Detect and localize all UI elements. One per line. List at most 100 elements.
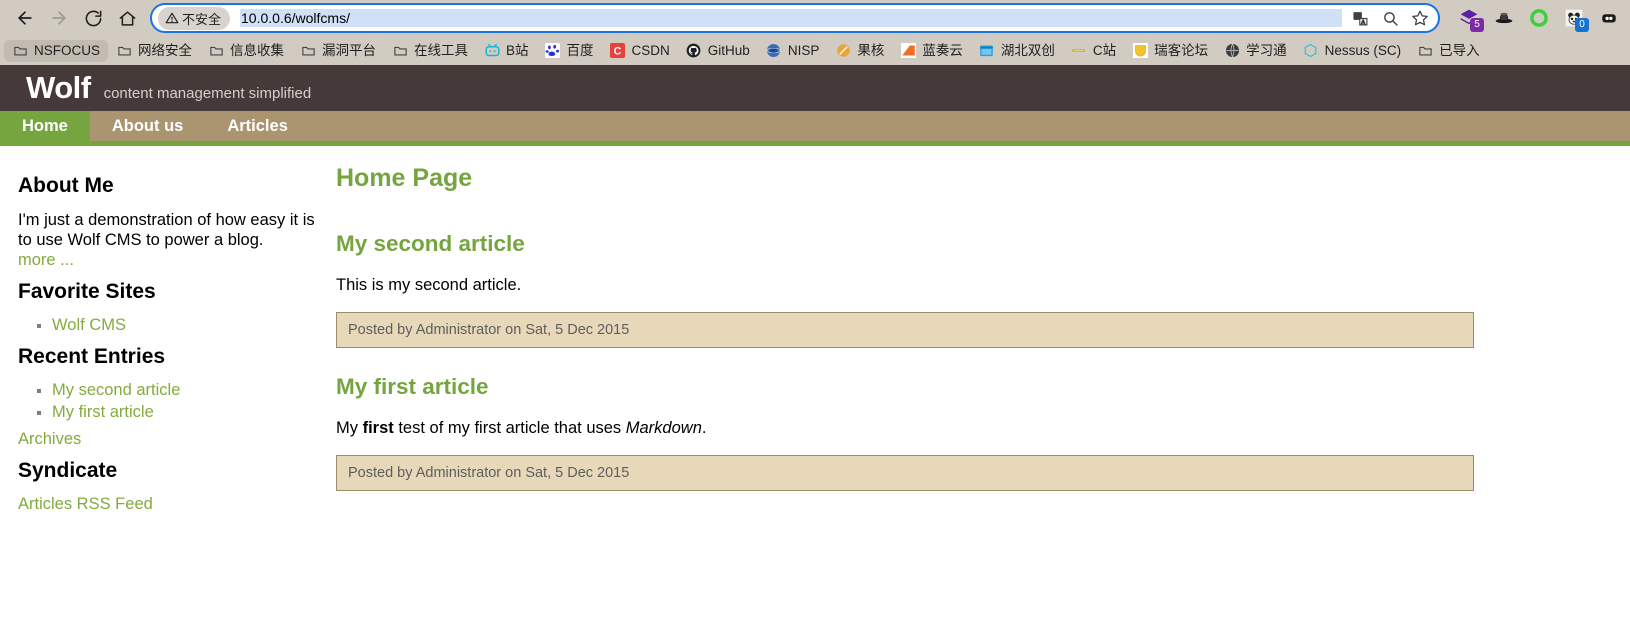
bookmark-label: 学习通 <box>1246 42 1287 58</box>
lanzou-icon <box>900 43 916 59</box>
recent-entry-link[interactable]: My first article <box>52 403 154 421</box>
bookmark-label: NSFOCUS <box>34 42 101 58</box>
nav-item-articles[interactable]: Articles <box>205 111 310 141</box>
sidebar-section-recent: Recent Entries My second article My firs… <box>18 345 316 449</box>
list-item: My first article <box>52 403 316 422</box>
site-tagline: content management simplified <box>103 85 312 102</box>
security-status-badge[interactable]: 不安全 <box>158 6 231 30</box>
bookmark-item[interactable]: 瑞客论坛 <box>1124 40 1216 62</box>
sidebar-heading-about: About Me <box>18 174 114 197</box>
warning-triangle-icon <box>165 12 179 24</box>
ruike-icon <box>1132 43 1148 59</box>
body-italic: Markdown <box>625 419 702 437</box>
site-header: Wolf content management simplified <box>0 65 1630 111</box>
bookmark-label: NISP <box>787 42 820 58</box>
reload-button[interactable] <box>76 3 110 33</box>
bookmark-label: GitHub <box>707 42 750 58</box>
bookmark-label: 信息收集 <box>230 42 285 58</box>
forward-button[interactable] <box>42 3 76 33</box>
article-body: This is my second article. <box>336 276 522 294</box>
nav-item-about-us[interactable]: About us <box>90 111 206 141</box>
bookmark-item[interactable]: 学习通 <box>1216 40 1295 62</box>
translate-icon[interactable]: 文A <box>1350 8 1370 28</box>
bookmark-label: 漏洞平台 <box>322 42 377 58</box>
bookmark-item[interactable]: GitHub <box>678 40 758 62</box>
bookmark-label: CSDN <box>631 42 670 58</box>
sidebar-heading-recent: Recent Entries <box>18 345 166 368</box>
archives-link[interactable]: Archives <box>18 430 316 449</box>
url-text[interactable]: 10.0.0.6/wolfcms/ <box>240 9 1342 27</box>
bookmark-item[interactable]: 已导入 <box>1409 40 1488 62</box>
bookmark-item[interactable]: 果核 <box>827 40 892 62</box>
github-icon <box>686 43 702 59</box>
bookmark-item[interactable]: NISP <box>758 40 828 62</box>
home-button[interactable] <box>110 3 144 33</box>
baidu-icon <box>545 43 561 59</box>
dark-eyes-extension-icon[interactable] <box>1598 7 1620 29</box>
bookmark-label: 果核 <box>857 42 885 58</box>
about-more-link[interactable]: more ... <box>18 251 74 269</box>
folder-icon <box>208 43 224 59</box>
layers-extension-icon[interactable]: 5 <box>1458 7 1484 32</box>
bookmark-item[interactable]: 百度 <box>537 40 602 62</box>
bookmark-item[interactable]: 信息收集 <box>200 40 292 62</box>
nav-item-home[interactable]: Home <box>0 111 90 141</box>
browser-chrome: 不安全 10.0.0.6/wolfcms/ 文A 5 0 NSFOCUS 网络安… <box>0 0 1630 65</box>
list-item: My second article <box>52 381 316 400</box>
sidebar-section-about: About Me I'm just a demonstration of how… <box>18 174 316 270</box>
czhan-icon <box>1071 43 1087 59</box>
bookmark-item[interactable]: 网络安全 <box>108 40 200 62</box>
bookmark-item[interactable]: 湖北双创 <box>971 40 1063 62</box>
sidebar: About Me I'm just a demonstration of how… <box>0 164 336 524</box>
bookmark-star-icon[interactable] <box>1410 8 1430 28</box>
zoom-icon[interactable] <box>1380 8 1400 28</box>
bookmark-item[interactable]: 漏洞平台 <box>292 40 384 62</box>
bookmark-label: 瑞客论坛 <box>1154 42 1209 58</box>
back-button[interactable] <box>8 3 42 33</box>
bookmark-item[interactable]: C站 <box>1063 40 1124 62</box>
bookmarks-bar: NSFOCUS 网络安全 信息收集 漏洞平台 在线工具 B站 百度 C CSDN… <box>0 36 1630 65</box>
recent-entry-link[interactable]: My second article <box>52 381 180 399</box>
sidebar-heading-favorites: Favorite Sites <box>18 280 156 303</box>
nisp-icon <box>766 43 782 59</box>
bookmark-item[interactable]: 蓝奏云 <box>892 40 971 62</box>
panda-extension-icon[interactable]: 0 <box>1563 7 1589 32</box>
sidebar-about-text: I'm just a demonstration of how easy it … <box>18 210 316 270</box>
article: My first article My first test of my fir… <box>336 374 1550 491</box>
article-meta: Posted by Administrator on Sat, 5 Dec 20… <box>336 455 1474 491</box>
bookmark-item[interactable]: C CSDN <box>602 40 678 62</box>
svg-text:A: A <box>1361 19 1365 25</box>
csdn-icon: C <box>610 43 626 59</box>
main-content: Home Page My second article This is my s… <box>336 164 1630 524</box>
body-bold: first <box>362 419 394 437</box>
body-prefix: My <box>336 419 363 437</box>
browser-toolbar: 不安全 10.0.0.6/wolfcms/ 文A 5 0 <box>0 0 1630 36</box>
bookmark-item[interactable]: 在线工具 <box>384 40 476 62</box>
folder-icon <box>300 43 316 59</box>
article-meta: Posted by Administrator on Sat, 5 Dec 20… <box>336 312 1474 348</box>
rss-feed-link[interactable]: Articles RSS Feed <box>18 495 316 514</box>
sidebar-section-syndicate: Syndicate Articles RSS Feed <box>18 459 316 514</box>
site-nav: Home About us Articles <box>0 111 1630 146</box>
bookmark-item[interactable]: Nessus (SC) <box>1295 40 1410 62</box>
bookmark-label: Nessus (SC) <box>1324 42 1402 58</box>
extension-badge: 0 <box>1575 18 1589 32</box>
page-viewport: Wolf content management simplified Home … <box>0 65 1630 524</box>
bookmark-label: 湖北双创 <box>1000 42 1055 58</box>
bookmark-label: 蓝奏云 <box>922 42 963 58</box>
green-ring-extension-icon[interactable] <box>1528 7 1550 29</box>
hat-extension-icon[interactable] <box>1493 7 1515 29</box>
sidebar-heading-syndicate: Syndicate <box>18 459 118 482</box>
bookmark-item[interactable]: NSFOCUS <box>4 39 109 62</box>
favorite-site-link[interactable]: Wolf CMS <box>52 316 126 334</box>
article: My second article This is my second arti… <box>336 231 1550 348</box>
sidebar-about-text-value: I'm just a demonstration of how easy it … <box>18 211 315 249</box>
content-wrapper: About Me I'm just a demonstration of how… <box>0 146 1630 524</box>
bookmark-label: 已导入 <box>1439 42 1480 58</box>
folder-icon <box>12 43 28 59</box>
article-title: My first article <box>336 374 489 399</box>
bookmark-item[interactable]: B站 <box>476 40 537 62</box>
extension-badge: 5 <box>1470 18 1484 32</box>
address-bar[interactable]: 不安全 10.0.0.6/wolfcms/ 文A <box>150 3 1440 33</box>
bookmark-label: C站 <box>1092 42 1117 58</box>
